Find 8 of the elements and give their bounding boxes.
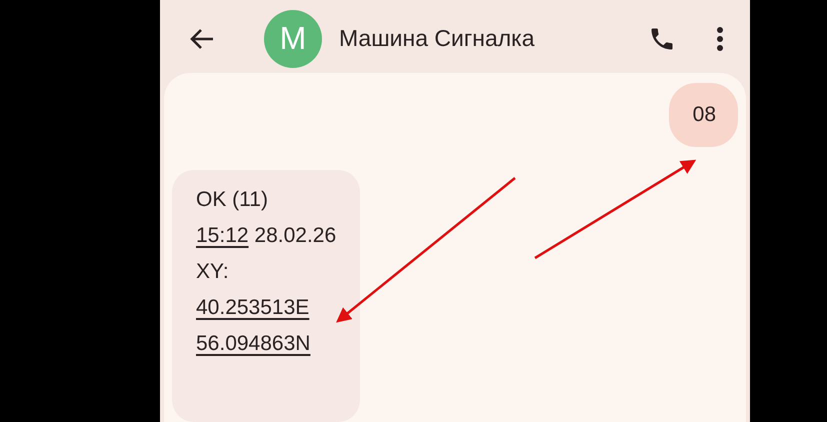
message-text: XY: <box>196 260 229 283</box>
message-link[interactable]: 15:12 <box>196 224 249 247</box>
message-text: 08 <box>692 103 716 126</box>
message-text: 28.02.26 <box>253 224 336 247</box>
message-link[interactable]: 40.253513E <box>196 296 310 319</box>
message-text: OK (11) <box>196 188 268 211</box>
message-link[interactable]: 56.094863N <box>196 332 310 355</box>
contact-name: Машина Сигналка <box>339 25 536 52</box>
